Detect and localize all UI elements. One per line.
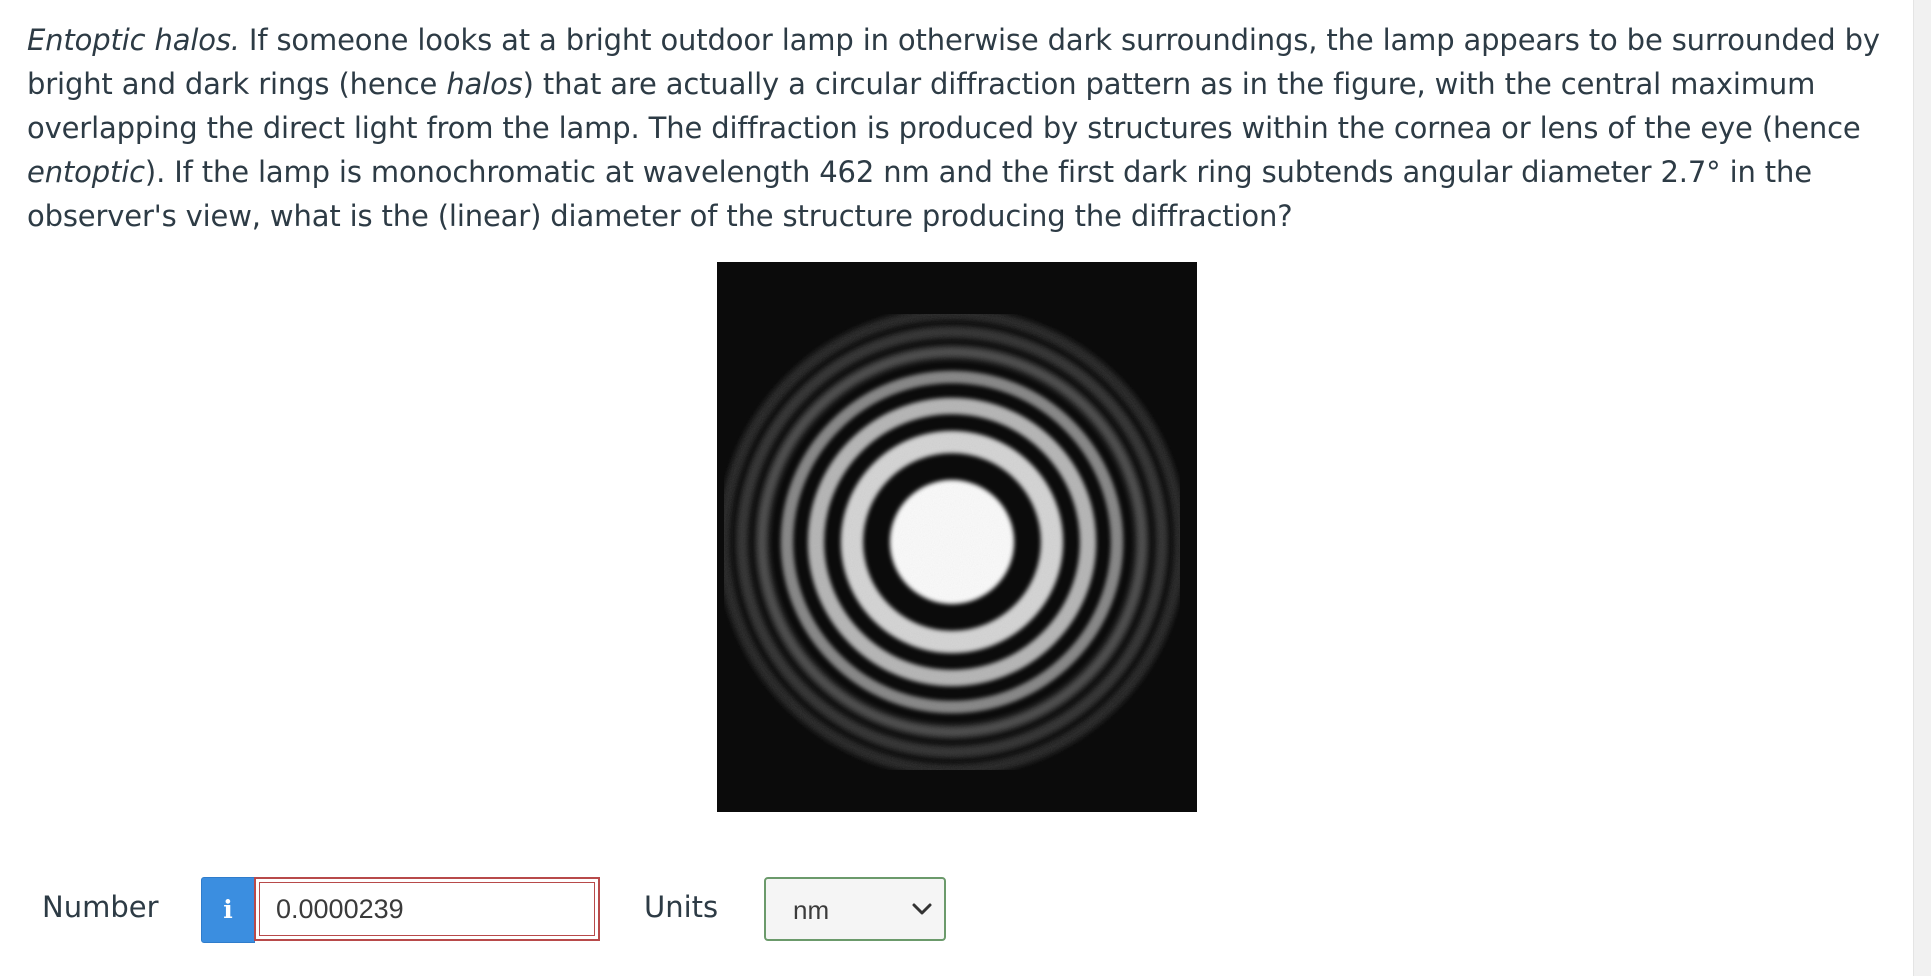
units-select[interactable]: nm [764, 877, 946, 941]
entoptic-term: entoptic [27, 155, 145, 189]
scrollbar-track[interactable] [1913, 0, 1931, 976]
question-text-part3: ). If the lamp is monochromatic at wavel… [27, 155, 1812, 233]
diffraction-rings-graphic [717, 262, 1197, 812]
number-input[interactable] [259, 882, 595, 936]
question-text: Entoptic halos. If someone looks at a br… [27, 18, 1897, 238]
answer-row: Number i Units nm [0, 876, 1000, 943]
info-icon[interactable]: i [201, 877, 255, 943]
number-label: Number [42, 890, 159, 924]
halos-term: halos [446, 67, 523, 101]
question-title: Entoptic halos. [27, 23, 240, 57]
chevron-down-icon [912, 903, 932, 915]
units-label: Units [644, 890, 719, 924]
diffraction-pattern-image [717, 262, 1197, 812]
question-page: Entoptic halos. If someone looks at a br… [0, 0, 1931, 976]
units-selected-value: nm [793, 895, 830, 925]
number-input-wrapper [254, 877, 600, 941]
